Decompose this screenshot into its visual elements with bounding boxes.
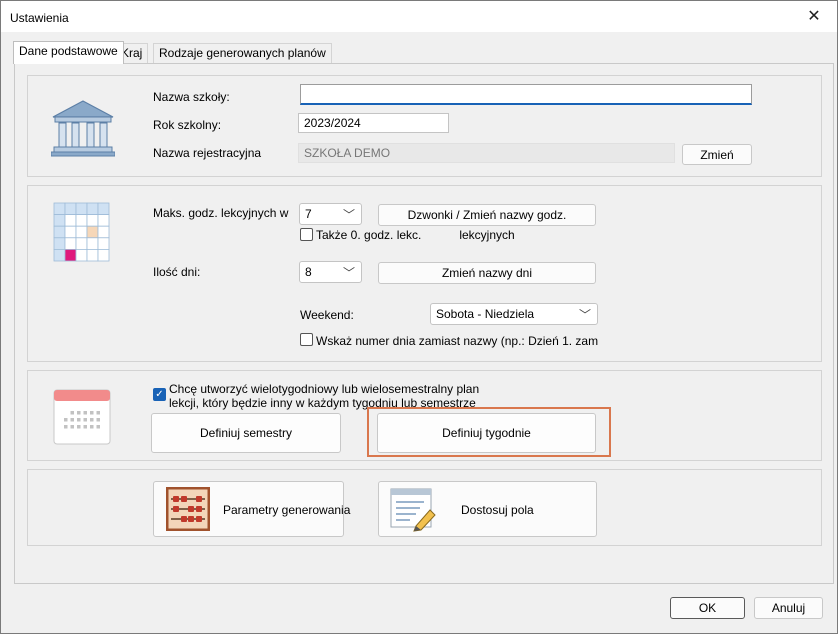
school-building-icon bbox=[50, 99, 116, 160]
days-count-select[interactable]: 8 ﹀ bbox=[299, 261, 362, 283]
close-icon[interactable]: ✕ bbox=[797, 5, 831, 29]
bells-button[interactable]: Dzwonki / Zmień nazwy godz. lekcyjnych bbox=[378, 204, 596, 242]
weekend-label: Weekend: bbox=[300, 308, 354, 322]
chevron-down-icon: ﹀ bbox=[342, 266, 355, 280]
show-day-number-label: Wskaż numer dnia zamiast nazwy (np.: Dzi… bbox=[316, 334, 598, 348]
zero-hour-label: Także 0. godz. lekc. bbox=[316, 228, 422, 242]
highlight-frame bbox=[367, 407, 611, 457]
rename-days-button[interactable]: Zmień nazwy dni bbox=[378, 262, 596, 284]
change-registration-button[interactable]: Zmień bbox=[682, 144, 752, 165]
tab-dane-podstawowe[interactable]: Dane podstawowe bbox=[13, 41, 124, 64]
chevron-down-icon: ﹀ bbox=[342, 208, 355, 222]
customize-fields-button[interactable]: Dostosuj pola bbox=[378, 481, 597, 537]
chevron-down-icon: ﹀ bbox=[578, 308, 591, 322]
customize-fields-label: Dostosuj pola bbox=[461, 503, 534, 517]
days-count-value: 8 bbox=[305, 265, 312, 279]
window-title: Ustawienia bbox=[10, 11, 69, 25]
registration-name-field: SZKOŁA DEMO bbox=[298, 143, 675, 163]
tab-rodzaje-planow[interactable]: Rodzaje generowanych planów bbox=[153, 43, 332, 63]
school-year-input[interactable]: 2023/2024 bbox=[298, 113, 449, 133]
weekend-select[interactable]: Sobota - Niedziela ﹀ bbox=[430, 303, 598, 325]
school-name-label: Nazwa szkoły: bbox=[153, 90, 230, 104]
calendar-icon bbox=[53, 389, 111, 448]
weekend-value: Sobota - Niedziela bbox=[436, 307, 535, 321]
generation-parameters-label: Parametry generowania bbox=[223, 503, 351, 517]
abacus-icon bbox=[165, 486, 211, 537]
school-year-label: Rok szkolny: bbox=[153, 118, 222, 132]
zero-hour-checkbox[interactable] bbox=[300, 228, 313, 241]
settings-dialog: Ustawienia ✕ Dane podstawowe Kraj Rodzaj… bbox=[0, 0, 838, 634]
define-semesters-button[interactable]: Definiuj semestry bbox=[151, 413, 341, 453]
multiweek-label-line1: Chcę utworzyć wielotygodniowy lub wielos… bbox=[169, 382, 480, 396]
days-count-label: Ilość dni: bbox=[153, 265, 201, 279]
cancel-button[interactable]: Anuluj bbox=[754, 597, 823, 619]
max-hours-select[interactable]: 7 ﹀ bbox=[299, 203, 362, 225]
multiweek-checkbox[interactable]: ✓ bbox=[153, 388, 166, 401]
max-hours-value: 7 bbox=[305, 207, 312, 221]
title-bar: Ustawienia ✕ bbox=[1, 1, 837, 32]
timetable-grid-icon bbox=[53, 202, 112, 266]
ok-button[interactable]: OK bbox=[670, 597, 745, 619]
generation-parameters-button[interactable]: Parametry generowania bbox=[153, 481, 350, 537]
school-name-input[interactable] bbox=[300, 84, 752, 105]
registration-name-label: Nazwa rejestracyjna bbox=[153, 146, 262, 160]
show-day-number-checkbox[interactable] bbox=[300, 333, 313, 346]
form-edit-icon bbox=[390, 488, 438, 538]
max-hours-label: Maks. godz. lekcyjnych w bbox=[153, 206, 289, 220]
